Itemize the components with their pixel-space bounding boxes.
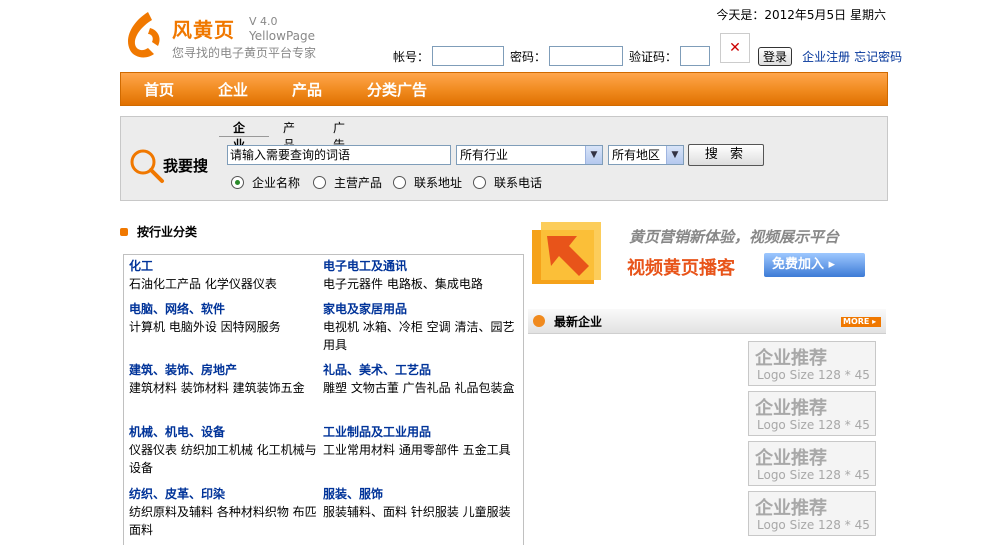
radio-label: 企业名称 [252,176,301,190]
category-title[interactable]: 工业制品及工业用品 [323,424,519,441]
radio-phone[interactable]: 联系电话 [473,174,542,191]
search-keyword-input[interactable]: 请输入需要查询的词语 [227,145,451,165]
register-link[interactable]: 企业注册 [802,48,850,65]
category-item: 化工 石油化工产品 化学仪器仪表 [129,258,325,293]
account-label: 帐号： [393,49,430,64]
recommend-title: 企业推荐 [755,498,827,519]
logo-slogan: 您寻找的电子黄页平台专家 [172,46,317,60]
category-title[interactable]: 家电及家居用品 [323,301,519,318]
category-title[interactable]: 电子电工及通讯 [323,258,519,275]
captcha-broken-image-icon[interactable]: ✕ [720,33,751,63]
radio-icon [473,176,486,189]
category-heading: 按行业分类 [120,223,197,240]
region-select-value: 所有地区 [612,148,661,162]
logo-text: 风黄页 [172,18,235,42]
search-panel: 企业 产品 广告 我要搜 请输入需要查询的词语 所有行业 ▼ 所有地区 ▼ 搜 … [120,116,888,201]
more-link[interactable]: MORE ▸ [841,317,881,327]
logo-english: YellowPage [249,29,315,43]
category-links[interactable]: 电子元器件 电路板、集成电路 [323,275,519,293]
password-label: 密码： [510,49,547,64]
recommend-size: Logo Size 128 * 45 [757,368,870,382]
search-magnifier-icon [130,149,164,183]
banner-title: 视频黄页播客 [627,258,735,279]
recommend-size: Logo Size 128 * 45 [757,468,870,482]
category-links[interactable]: 服装辅料、面料 针织服装 儿童服装 [323,503,519,521]
category-links[interactable]: 工业常用材料 通用零部件 五金工具 [323,441,519,459]
category-title[interactable]: 礼品、美术、工艺品 [323,362,519,379]
nav-item-classified[interactable]: 分类广告 [367,79,427,100]
recommend-title: 企业推荐 [755,348,827,369]
recommend-logo-slot[interactable]: 企业推荐 Logo Size 128 * 45 [748,491,876,536]
category-item: 工业制品及工业用品 工业常用材料 通用零部件 五金工具 [323,424,519,459]
login-button[interactable]: 登录 [758,46,793,66]
category-title[interactable]: 机械、机电、设备 [129,424,325,441]
nav-item-home[interactable]: 首页 [144,79,174,100]
captcha-label: 验证码： [629,49,678,64]
latest-enterprise-header: 最新企业 MORE ▸ [528,309,886,334]
search-button[interactable]: 搜 索 [688,144,764,166]
recommend-logo-slot[interactable]: 企业推荐 Logo Size 128 * 45 [748,341,876,386]
category-links[interactable]: 雕塑 文物古董 广告礼品 礼品包装盒 [323,379,519,397]
account-input[interactable] [432,46,505,66]
radio-icon [393,176,406,189]
chevron-down-icon: ▼ [666,146,683,164]
category-links[interactable]: 仪器仪表 纺织加工机械 化工机械与设备 [129,441,325,477]
category-item: 服装、服饰 服装辅料、面料 针织服装 儿童服装 [323,486,519,521]
category-list: 化工 石油化工产品 化学仪器仪表 电子电工及通讯 电子元器件 电路板、集成电路 … [123,254,524,545]
category-links[interactable]: 建筑材料 装饰材料 建筑装饰五金 [129,379,325,397]
radio-label: 主营产品 [334,176,383,190]
region-select[interactable]: 所有地区 ▼ [608,145,684,165]
category-links[interactable]: 计算机 电脑外设 因特网服务 [129,318,325,336]
main-nav: 首页 企业 产品 分类广告 [120,72,888,106]
captcha-input[interactable] [680,46,711,66]
play-bullet-icon [533,315,545,327]
recommend-title: 企业推荐 [755,398,827,419]
recommend-size: Logo Size 128 * 45 [757,518,870,532]
category-item: 电子电工及通讯 电子元器件 电路板、集成电路 [323,258,519,293]
radio-main-products[interactable]: 主营产品 [313,174,382,191]
radio-checked-icon [231,176,244,189]
radio-label: 联系电话 [494,176,543,190]
active-tab-underline [219,136,269,137]
category-title[interactable]: 纺织、皮革、印染 [129,486,325,503]
category-item: 纺织、皮革、印染 纺织原料及辅料 各种材料织物 布匹面料 [129,486,325,539]
latest-heading: 最新企业 [554,315,603,329]
logo-version: V 4.0 [249,15,278,28]
current-date: 今天是：2012年5月5日 星期六 [716,8,886,22]
category-links[interactable]: 电视机 冰箱、冷柜 空调 清洁、园艺用具 [323,318,519,354]
recommend-size: Logo Size 128 * 45 [757,418,870,432]
category-title[interactable]: 化工 [129,258,325,275]
category-heading-text: 按行业分类 [137,225,198,239]
password-input[interactable] [549,46,624,66]
category-item: 建筑、装饰、房地产 建筑材料 装饰材料 建筑装饰五金 [129,362,325,397]
logo-icon [128,12,160,58]
category-item: 家电及家居用品 电视机 冰箱、冷柜 空调 清洁、园艺用具 [323,301,519,354]
radio-enterprise-name[interactable]: 企业名称 [231,174,300,191]
radio-label: 联系地址 [414,176,463,190]
recommend-title: 企业推荐 [755,448,827,469]
industry-select-value: 所有行业 [460,148,509,162]
login-form: 帐号： 密码： 验证码： ✕ 登录 企业注册 忘记密码 [393,33,902,68]
category-links[interactable]: 纺织原料及辅料 各种材料织物 布匹面料 [129,503,325,539]
recommend-logo-slot[interactable]: 企业推荐 Logo Size 128 * 45 [748,441,876,486]
bullet-arrow-icon [120,227,128,236]
chevron-down-icon: ▼ [585,146,602,164]
forgot-password-link[interactable]: 忘记密码 [854,48,902,65]
category-title[interactable]: 服装、服饰 [323,486,519,503]
category-title[interactable]: 电脑、网络、软件 [129,301,325,318]
category-item: 电脑、网络、软件 计算机 电脑外设 因特网服务 [129,301,325,336]
search-label: 我要搜 [163,157,209,175]
radio-icon [313,176,326,189]
radio-address[interactable]: 联系地址 [393,174,462,191]
recommend-logo-slot[interactable]: 企业推荐 Logo Size 128 * 45 [748,391,876,436]
category-item: 机械、机电、设备 仪器仪表 纺织加工机械 化工机械与设备 [129,424,325,477]
category-item: 礼品、美术、工艺品 雕塑 文物古董 广告礼品 礼品包装盒 [323,362,519,397]
industry-select[interactable]: 所有行业 ▼ [456,145,603,165]
nav-item-enterprise[interactable]: 企业 [218,79,248,100]
category-title[interactable]: 建筑、装饰、房地产 [129,362,325,379]
nav-item-products[interactable]: 产品 [292,79,322,100]
free-join-button[interactable]: 免费加入 ▸ [764,253,865,277]
category-links[interactable]: 石油化工产品 化学仪器仪表 [129,275,325,293]
banner-slogan: 黄页营销新体验，视频展示平台 [629,228,840,246]
